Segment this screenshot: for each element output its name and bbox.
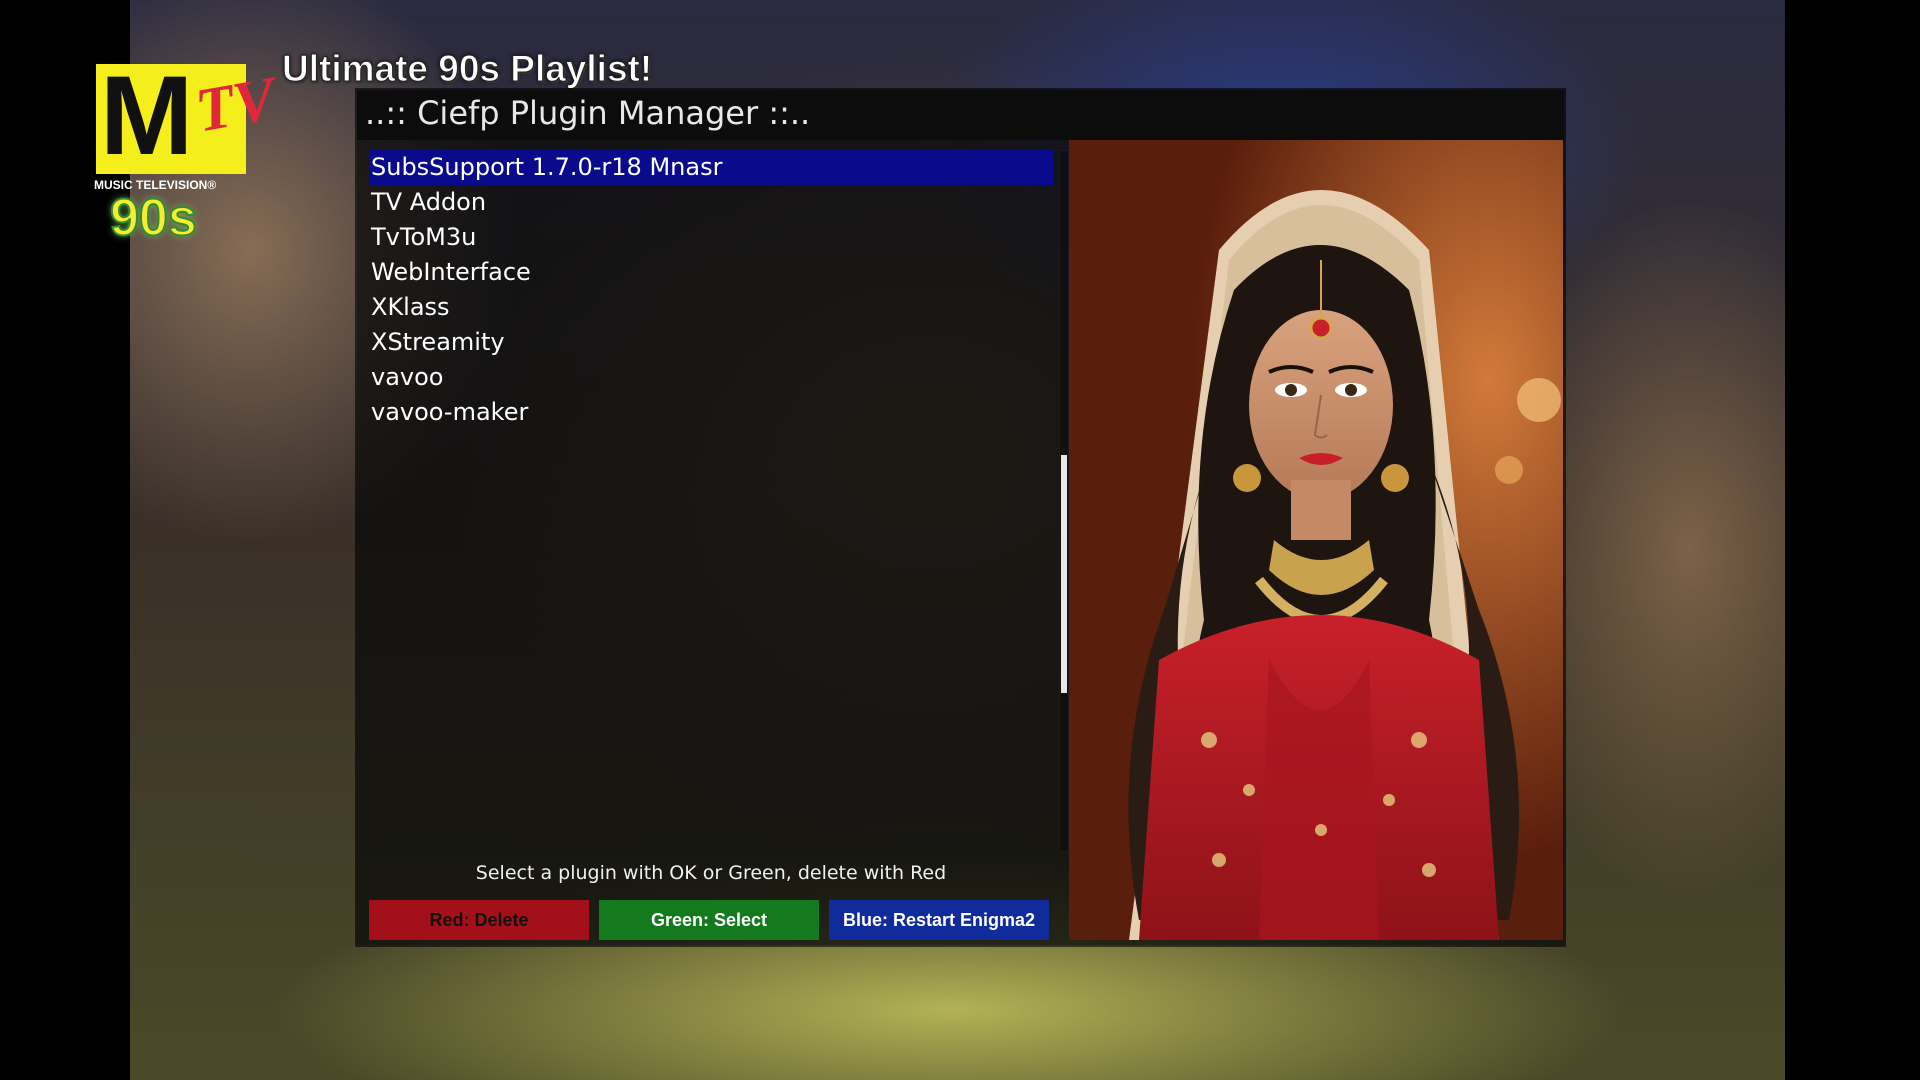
plugin-list-item[interactable]: vavoo-maker: [369, 395, 1053, 430]
tv-screen: M TV MUSIC TELEVISION® 90s Ultimate 90s …: [0, 0, 1920, 1080]
plugin-list-item[interactable]: vavoo: [369, 360, 1053, 395]
plugin-manager-window: ..:: Ciefp Plugin Manager ::.. SubsSuppo…: [357, 90, 1564, 945]
portrait-illustration: [1069, 140, 1563, 940]
plugin-list-item[interactable]: WebInterface: [369, 255, 1053, 290]
plugin-list-item[interactable]: TvToM3u: [369, 220, 1053, 255]
window-title: ..:: Ciefp Plugin Manager ::..: [365, 94, 811, 132]
mtv-90s-logo: M TV MUSIC TELEVISION® 90s: [92, 53, 281, 255]
select-button[interactable]: Green: Select: [599, 900, 819, 940]
list-scrollbar[interactable]: [1059, 150, 1069, 852]
logo-tv-letters: TV: [190, 64, 281, 146]
help-text: Select a plugin with OK or Green, delete…: [475, 862, 947, 884]
delete-button[interactable]: Red: Delete: [369, 900, 589, 940]
plugin-preview-image: [1069, 140, 1563, 940]
logo-decade: 90s: [109, 189, 198, 247]
restart-enigma2-button[interactable]: Blue: Restart Enigma2: [829, 900, 1049, 940]
logo-m-letter: M: [100, 53, 193, 178]
plugin-list-item[interactable]: XKlass: [369, 290, 1053, 325]
playlist-title: Ultimate 90s Playlist!: [281, 48, 653, 90]
plugin-list-item[interactable]: TV Addon: [369, 185, 1053, 220]
plugin-list-item[interactable]: XStreamity: [369, 325, 1053, 360]
window-titlebar: ..:: Ciefp Plugin Manager ::..: [357, 90, 1564, 140]
plugin-list[interactable]: SubsSupport 1.7.0-r18 Mnasr TV Addon TvT…: [369, 150, 1053, 430]
scrollbar-thumb[interactable]: [1061, 455, 1067, 693]
plugin-list-item[interactable]: SubsSupport 1.7.0-r18 Mnasr: [369, 150, 1053, 185]
letterbox-right: [1785, 0, 1920, 1080]
